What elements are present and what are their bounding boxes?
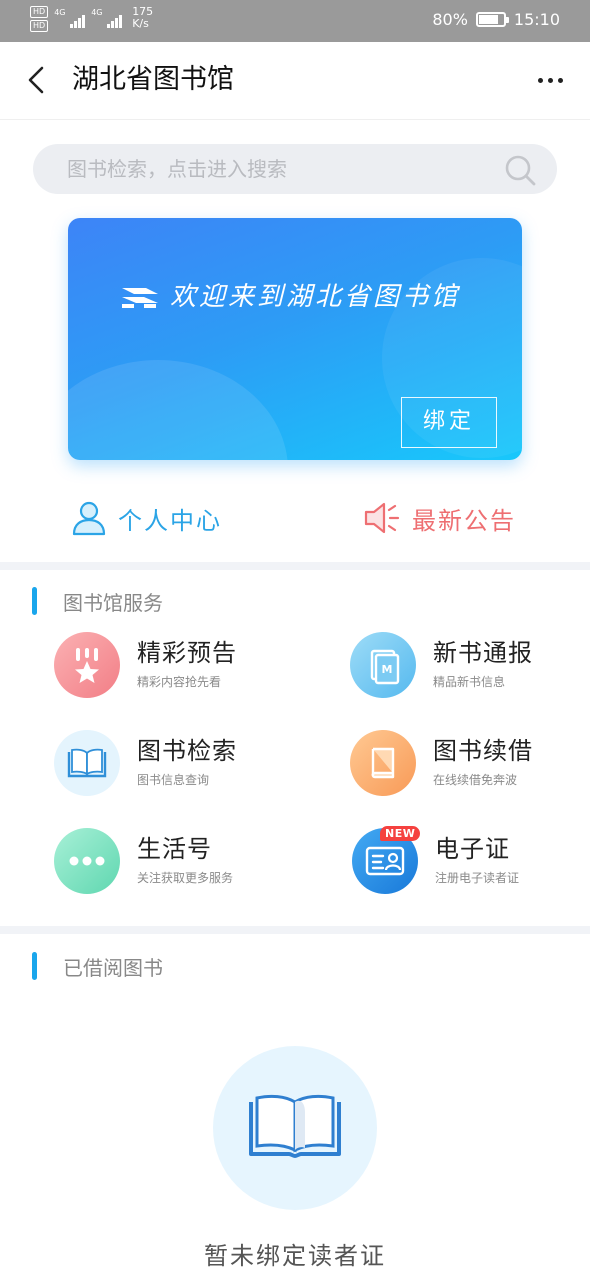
signal-icon: 4G bbox=[54, 6, 86, 28]
personal-center-label: 个人中心 bbox=[118, 506, 222, 535]
network-speed: 175 K/s bbox=[132, 6, 153, 30]
service-e-card[interactable]: NEW 电子证 注册电子读者证 bbox=[352, 826, 590, 898]
status-right: 80% 15:10 bbox=[432, 10, 560, 29]
bind-card-button[interactable]: 绑定 bbox=[401, 397, 497, 448]
section-divider bbox=[0, 562, 590, 570]
services-section-header: 图书馆服务 bbox=[32, 585, 163, 617]
service-book-search[interactable]: 图书检索 图书信息查询 bbox=[54, 730, 294, 800]
service-desc: 精彩内容抢先看 bbox=[137, 675, 222, 689]
borrowed-title: 已借阅图书 bbox=[63, 955, 163, 980]
new-badge: NEW bbox=[380, 826, 421, 841]
hd-indicator: HD HD bbox=[30, 6, 49, 32]
book-icon bbox=[350, 730, 416, 796]
personal-center-link[interactable]: 个人中心 bbox=[70, 490, 222, 546]
nav-bar: 湖北省图书馆 bbox=[0, 42, 590, 120]
latest-notice-link[interactable]: 最新公告 bbox=[362, 490, 516, 546]
svg-text:M: M bbox=[382, 663, 393, 676]
more-dots-icon bbox=[54, 828, 120, 894]
speaker-icon bbox=[364, 502, 400, 534]
service-preview[interactable]: 精彩预告 精彩内容抢先看 bbox=[54, 632, 294, 702]
hd-badge: HD bbox=[30, 6, 49, 18]
back-button[interactable] bbox=[20, 62, 56, 98]
new-book-icon: M bbox=[350, 632, 416, 698]
empty-state-illustration bbox=[213, 1046, 377, 1210]
service-renewal[interactable]: 图书续借 在线续借免奔波 bbox=[350, 730, 590, 800]
service-desc: 关注获取更多服务 bbox=[137, 871, 234, 885]
status-left: HD HD 4G 4G 175 K/s bbox=[30, 6, 153, 32]
library-logo-icon bbox=[122, 288, 158, 308]
service-desc: 图书信息查询 bbox=[137, 773, 210, 787]
welcome-banner: 欢迎来到湖北省图书馆 绑定 bbox=[68, 218, 522, 460]
service-desc: 精品新书信息 bbox=[433, 675, 506, 689]
service-name: 图书检索 bbox=[137, 737, 237, 765]
signal-icon: 4G bbox=[91, 6, 123, 28]
service-name: 生活号 bbox=[137, 835, 212, 863]
open-book-icon bbox=[249, 1094, 341, 1158]
star-ribbon-icon bbox=[54, 632, 120, 698]
status-bar: HD HD 4G 4G 175 K/s 80% 15:10 bbox=[0, 0, 590, 42]
speed-unit: K/s bbox=[132, 17, 149, 30]
network-type: 4G bbox=[91, 8, 103, 17]
search-icon bbox=[505, 155, 536, 186]
empty-state-text: 暂未绑定读者证 bbox=[204, 1242, 386, 1270]
service-desc: 注册电子读者证 bbox=[435, 871, 520, 885]
service-new-books[interactable]: M 新书通报 精品新书信息 bbox=[350, 632, 590, 702]
battery-fill bbox=[478, 15, 499, 24]
open-book-icon bbox=[54, 730, 120, 796]
more-dots-icon bbox=[537, 77, 543, 83]
service-desc: 在线续借免奔波 bbox=[433, 773, 518, 787]
battery-percent: 80% bbox=[432, 10, 468, 29]
user-icon bbox=[72, 501, 106, 536]
more-button[interactable] bbox=[532, 68, 568, 92]
service-name: 图书续借 bbox=[433, 737, 533, 765]
search-bar[interactable]: 图书检索，点击进入搜索 bbox=[33, 144, 557, 194]
welcome-text: 欢迎来到湖北省图书馆 bbox=[170, 282, 461, 312]
latest-notice-label: 最新公告 bbox=[412, 506, 516, 535]
section-divider bbox=[0, 926, 590, 934]
borrowed-section-header: 已借阅图书 bbox=[32, 950, 163, 982]
service-life-account[interactable]: 生活号 关注获取更多服务 bbox=[54, 828, 294, 898]
search-placeholder: 图书检索，点击进入搜索 bbox=[67, 157, 287, 181]
service-name: 精彩预告 bbox=[137, 639, 237, 667]
back-arrow-icon bbox=[28, 66, 44, 94]
service-name: 新书通报 bbox=[433, 639, 533, 667]
battery-icon bbox=[475, 12, 509, 27]
services-title: 图书馆服务 bbox=[63, 590, 163, 615]
page-title: 湖北省图书馆 bbox=[72, 64, 234, 95]
network-type: 4G bbox=[54, 8, 66, 17]
clock: 15:10 bbox=[513, 10, 560, 29]
hd-badge: HD bbox=[30, 20, 49, 32]
service-name: 电子证 bbox=[435, 835, 510, 863]
